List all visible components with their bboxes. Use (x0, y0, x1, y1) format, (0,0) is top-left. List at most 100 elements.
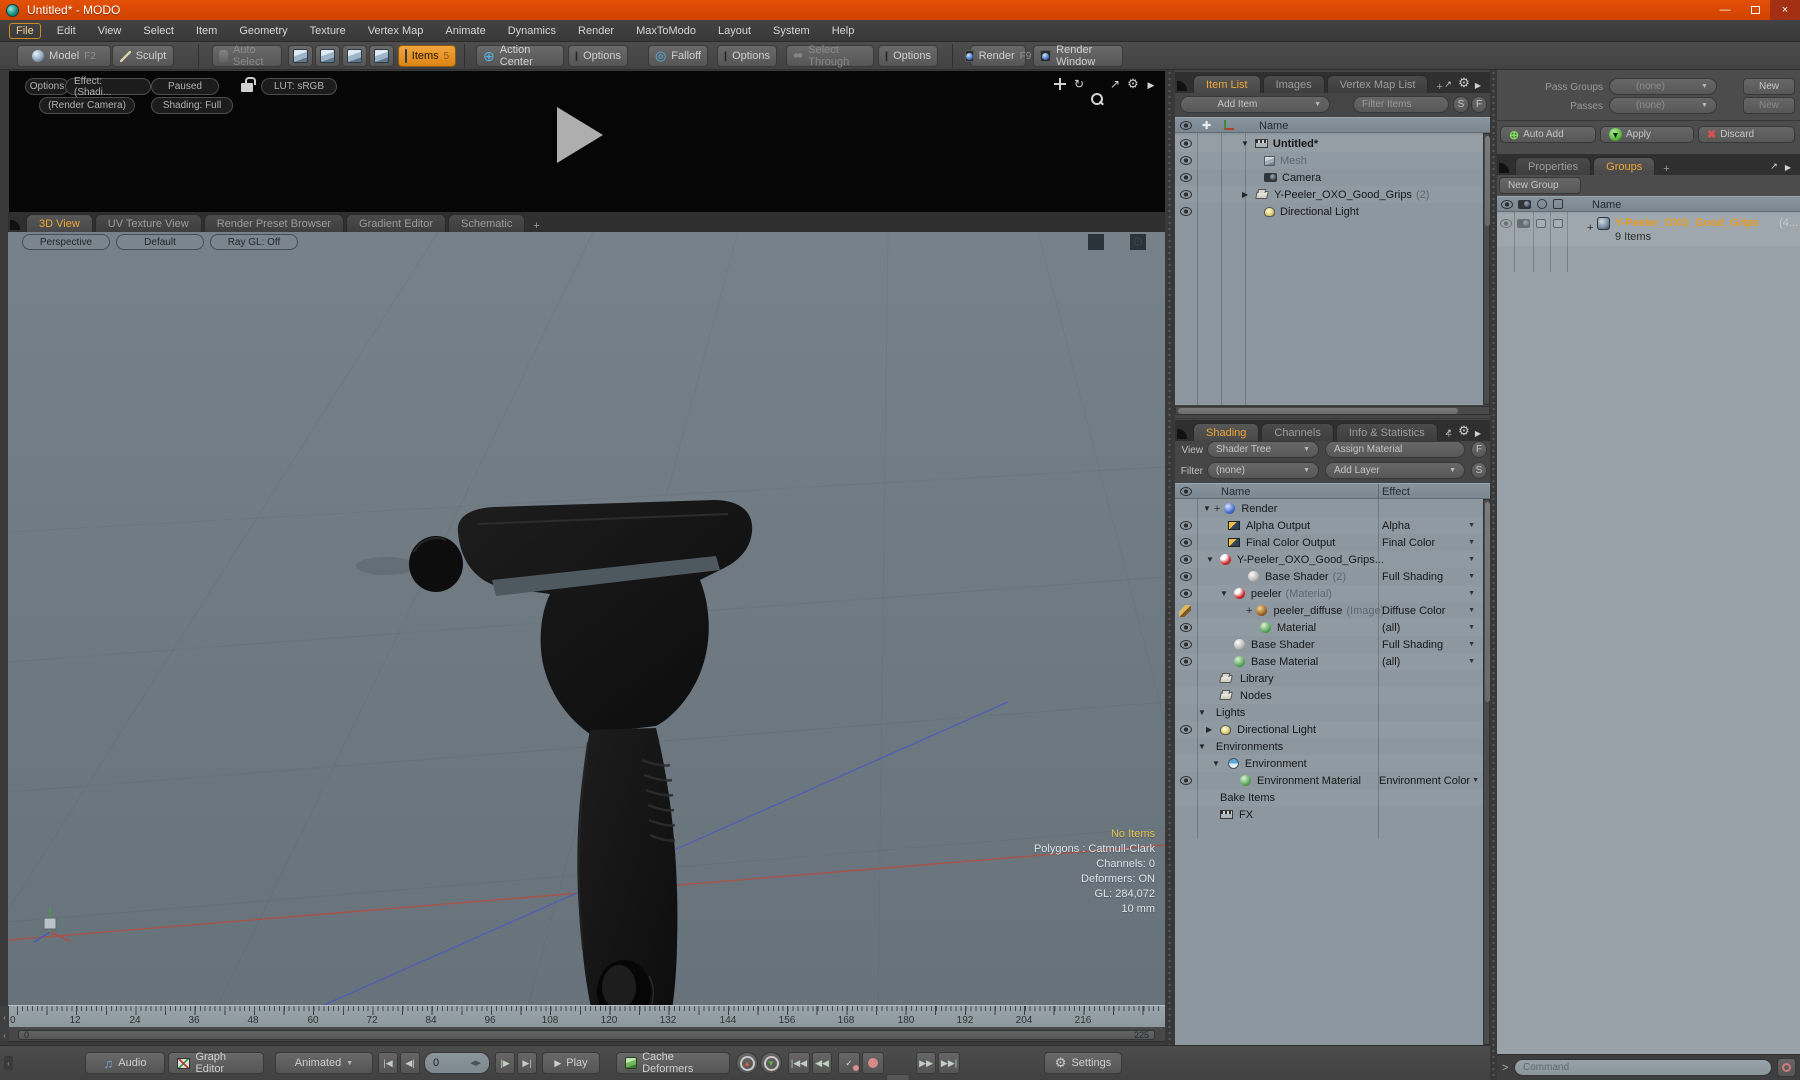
add-layer-dropdown[interactable]: Add Layer ▼ (1325, 462, 1465, 479)
item-list-vscrollbar[interactable] (1483, 133, 1490, 405)
menu-vertex-map[interactable]: Vertex Map (357, 23, 435, 39)
add-tab-button[interactable]: + (1657, 163, 1675, 175)
auto-add-button[interactable]: ⊕ Auto Add (1500, 126, 1596, 143)
tab-vertex-map-list[interactable]: Vertex Map List (1326, 75, 1429, 93)
viewport-gear-icon[interactable]: ⚙ (1130, 234, 1146, 250)
pass-groups-dropdown[interactable]: (none) ▼ (1609, 78, 1717, 95)
range-slider[interactable]: 0 225 (18, 1030, 1155, 1040)
item-row-camera[interactable]: Camera (1175, 169, 1483, 186)
eye-icon[interactable] (1180, 572, 1192, 581)
preview-effect-button[interactable]: Effect: (Shadi... (65, 76, 151, 98)
eye-icon[interactable] (1500, 219, 1512, 228)
minimize-button[interactable]: — (1710, 0, 1740, 20)
audio-button[interactable]: ♫ Audio (85, 1052, 165, 1074)
rotate-icon[interactable]: ↻ (1071, 76, 1087, 92)
next-keyframe-button[interactable]: ▶▶| (938, 1052, 960, 1074)
passes-dropdown[interactable]: (none) ▼ (1609, 97, 1717, 114)
expand-icon[interactable]: ↗ (1440, 76, 1456, 92)
perspective-button[interactable]: Perspective (22, 234, 110, 250)
add-tab-button[interactable]: + (527, 220, 545, 232)
record-button[interactable] (862, 1052, 884, 1074)
shader-row-alpha-output[interactable]: Alpha Output Alpha ▼ (1175, 517, 1483, 534)
eye-icon[interactable] (1180, 640, 1192, 649)
expand-icon[interactable]: ↗ (1440, 424, 1456, 440)
ghost-keys-button[interactable]: ʘʘ (886, 1074, 910, 1080)
menu-help[interactable]: Help (821, 23, 866, 39)
new-pass-button[interactable]: New (1743, 97, 1795, 114)
lock-icon[interactable] (241, 77, 256, 92)
tab-groups[interactable]: Groups (1593, 157, 1656, 175)
menu-file[interactable]: File (9, 22, 41, 39)
viewport-canvas[interactable] (8, 232, 1165, 1005)
macro-record-button[interactable] (1777, 1058, 1796, 1077)
menu-maxtomodo[interactable]: MaxToModo (625, 23, 707, 39)
chevron-down-icon[interactable]: ▼ (1468, 607, 1475, 614)
panel-splitter[interactable] (1490, 70, 1497, 1080)
menu-dynamics[interactable]: Dynamics (497, 23, 567, 39)
next-frame-button[interactable]: |▶ (495, 1052, 515, 1074)
falloff-button[interactable]: ◎ Falloff (648, 45, 708, 67)
preview-options-button[interactable]: Options (25, 78, 69, 95)
eye-icon[interactable] (1180, 657, 1192, 666)
shader-tree[interactable]: ▼ + Render Alpha Output Alpha ▼ Final Colo… (1175, 499, 1483, 1045)
viewport-3d[interactable]: Perspective Default Ray GL: Off ↻ ⚙ No I… (8, 232, 1165, 1005)
checkbox-icon[interactable] (1536, 219, 1546, 228)
menu-system[interactable]: System (762, 23, 821, 39)
eye-icon[interactable] (1180, 173, 1192, 182)
close-button[interactable]: × (1770, 0, 1800, 20)
select-through-button[interactable]: Select Through (786, 44, 874, 68)
scope-button[interactable]: S (1471, 462, 1487, 479)
preview-camera-button[interactable]: (Render Camera) (39, 97, 135, 114)
menu-select[interactable]: Select (132, 23, 185, 39)
animated-dropdown[interactable]: Animated ▼ (275, 1052, 373, 1074)
frame-spinner-icon[interactable]: ◀▶ (470, 1059, 481, 1067)
checkbox-icon[interactable] (1553, 219, 1563, 228)
tab-gradient-editor[interactable]: Gradient Editor (346, 214, 446, 232)
expand-icon[interactable]: ▶ (1206, 725, 1212, 734)
play-button[interactable]: ▶ Play (542, 1052, 600, 1074)
collapse-icon[interactable]: ▼ (1198, 742, 1206, 751)
render-preview[interactable]: Options Effect: (Shadi... Paused LUT: sR… (9, 71, 1165, 212)
shader-row-environments[interactable]: ▼ Environments (1175, 738, 1483, 755)
tab-render-preset-browser[interactable]: Render Preset Browser (203, 214, 345, 232)
render-window-button[interactable]: Render Window (1033, 44, 1123, 68)
collapse-icon[interactable]: ▼ (1198, 708, 1206, 717)
actor-down-button[interactable]: ▼ (760, 1052, 782, 1074)
new-group-button[interactable]: New Group (1499, 177, 1581, 194)
polygons-mode-button[interactable] (342, 45, 367, 67)
command-input[interactable]: Command (1514, 1059, 1772, 1076)
actor-up-button[interactable]: ▲ (736, 1052, 758, 1074)
auto-select-button[interactable]: Auto Select (212, 44, 282, 68)
tab-images[interactable]: Images (1262, 75, 1325, 93)
eye-icon[interactable] (1180, 589, 1192, 598)
tab-schematic[interactable]: Schematic (448, 214, 526, 232)
graph-editor-button[interactable]: Graph Editor (168, 1051, 264, 1075)
select-through-options-button[interactable]: Options (878, 45, 938, 67)
item-row-scene[interactable]: ▼ Untitled* (1175, 135, 1483, 152)
tab-channels[interactable]: Channels (1261, 423, 1334, 441)
play-overlay-icon[interactable] (557, 107, 603, 163)
eye-icon[interactable] (1180, 207, 1192, 216)
chevron-down-icon[interactable]: ▼ (1468, 539, 1475, 546)
shader-row-nodes[interactable]: Nodes (1175, 687, 1483, 704)
current-frame-field[interactable]: 0 ◀▶ (424, 1052, 490, 1074)
item-row-mesh[interactable]: Mesh (1175, 152, 1483, 169)
panel-arrow-icon[interactable]: ▶ (1780, 159, 1796, 175)
collapse-icon[interactable]: ▼ (1212, 759, 1220, 768)
menu-animate[interactable]: Animate (434, 23, 496, 39)
goto-last-frame-button[interactable]: ▶| (517, 1052, 537, 1074)
discard-button[interactable]: ✖ Discard (1698, 126, 1795, 143)
eye-icon[interactable] (1180, 623, 1192, 632)
eye-icon[interactable] (1180, 725, 1192, 734)
shader-row-final-color-output[interactable]: Final Color Output Final Color ▼ (1175, 534, 1483, 551)
peeler-model[interactable] (356, 500, 753, 1005)
pan-icon[interactable] (1053, 77, 1069, 93)
tab-properties[interactable]: Properties (1515, 157, 1592, 175)
next-key-button[interactable]: ▶▶ (916, 1052, 936, 1074)
chevron-down-icon[interactable]: ▼ (1468, 573, 1475, 580)
collapse-icon[interactable]: ▼ (1206, 555, 1214, 564)
eye-icon[interactable] (1180, 776, 1192, 785)
shader-row-peeler-material[interactable]: ▼ peeler (Material) ▼ (1175, 585, 1483, 602)
action-center-options-button[interactable]: Options (568, 45, 628, 67)
panel-corner-icon[interactable] (1177, 79, 1189, 91)
